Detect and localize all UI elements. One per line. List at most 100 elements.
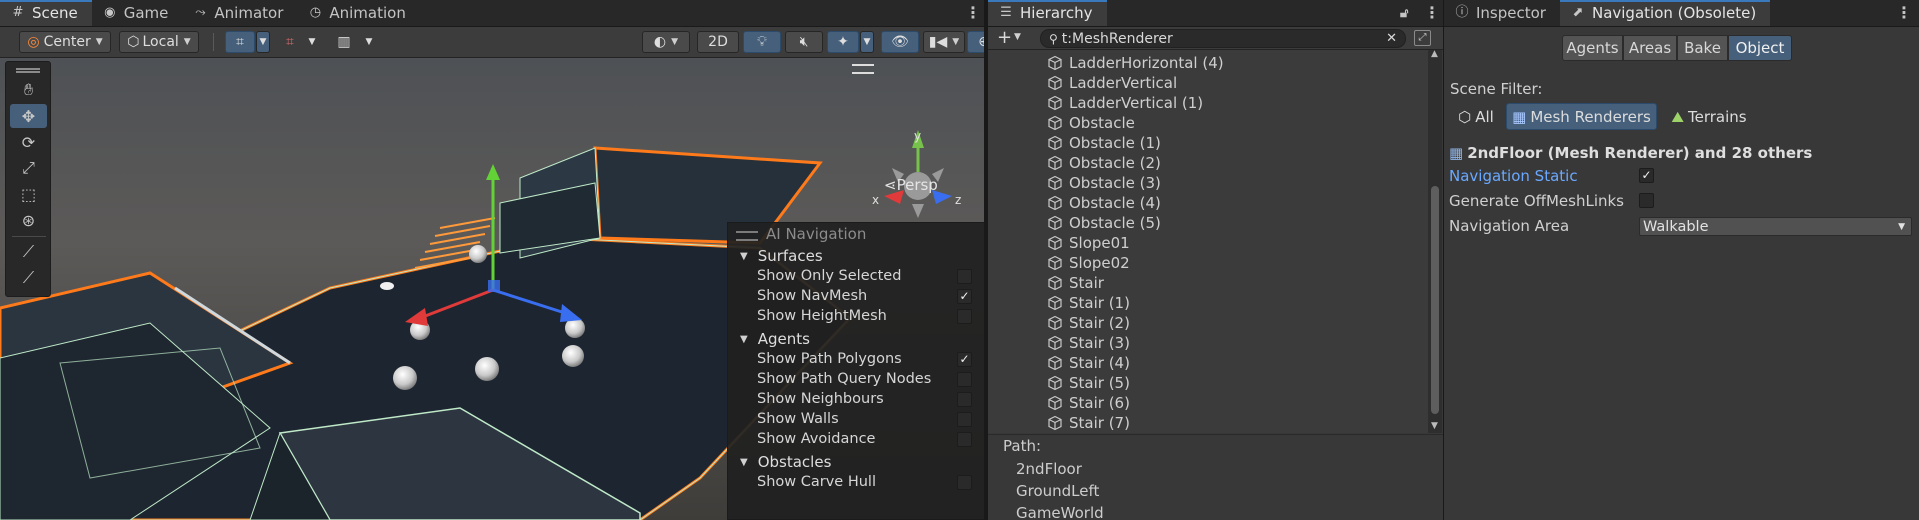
hierarchy-scroll-thumb[interactable] — [1431, 186, 1439, 414]
hierarchy-item-label: Stair (4) — [1069, 354, 1130, 372]
camera-settings-dropdown[interactable]: ▮◀ ▼ — [923, 31, 965, 53]
toggle-2d-button[interactable]: 2D — [697, 31, 739, 53]
cube-icon — [1047, 315, 1063, 331]
hierarchy-more-icon[interactable]: ⋮ — [1424, 3, 1440, 22]
hierarchy-item[interactable]: LadderVertical (1) — [1047, 93, 1203, 113]
audio-toggle[interactable]: 🔇︎ — [785, 31, 823, 53]
add-icon[interactable]: + — [997, 27, 1012, 48]
scene-more-icon[interactable]: ⋮ — [965, 3, 981, 22]
hierarchy-search-input[interactable]: ⚲ t:MeshRenderer ✕ — [1040, 29, 1406, 48]
inspector-more-icon[interactable]: ⋮ — [1896, 3, 1912, 22]
show-heightmesh-checkbox[interactable] — [957, 308, 972, 324]
tab-scene[interactable]: # Scene — [0, 0, 92, 26]
generate-offmesh-checkbox[interactable] — [1639, 193, 1654, 208]
filter-mesh-renderers-button[interactable]: ▦ Mesh Renderers — [1506, 103, 1657, 130]
hand-tool-button[interactable]: ✋︎ — [10, 78, 47, 102]
lighting-toggle[interactable]: 💡︎ — [743, 31, 781, 53]
rotate-icon: ⟳ — [21, 132, 36, 152]
hierarchy-item[interactable]: Stair (1) — [1047, 293, 1130, 313]
transform-tool-button[interactable]: ⊛ — [10, 208, 47, 232]
hierarchy-item[interactable]: Obstacle (5) — [1047, 213, 1161, 233]
mode-tab-agents[interactable]: Agents — [1562, 35, 1623, 61]
show-path-query-nodes-checkbox[interactable] — [957, 371, 972, 387]
pivot-rotation-dropdown[interactable]: ⬡ Local ▼ — [119, 31, 199, 53]
tab-navigation[interactable]: ⬈ Navigation (Obsolete) — [1559, 0, 1771, 26]
grid-visibility-menu[interactable]: ▼ — [362, 31, 376, 53]
chevron-down-icon[interactable]: ▼ — [1014, 32, 1021, 42]
increment-snap-button[interactable]: ⌗ — [276, 31, 304, 53]
show-walls-checkbox[interactable] — [957, 411, 972, 427]
show-only-selected-checkbox[interactable] — [957, 268, 972, 284]
scale-tool-button[interactable]: ⤢ — [10, 156, 47, 180]
show-avoidance-checkbox[interactable] — [957, 431, 972, 447]
hierarchy-item[interactable]: Obstacle (4) — [1047, 193, 1161, 213]
grid-visibility-button[interactable]: ▥ — [327, 31, 361, 53]
hierarchy-item[interactable]: Stair (2) — [1047, 313, 1130, 333]
ai-navigation-title[interactable]: AI Navigation — [728, 223, 984, 245]
hierarchy-item[interactable]: Stair (7) — [1047, 413, 1130, 433]
persp-label[interactable]: ⋖Persp — [884, 176, 938, 194]
custom-tool-button[interactable]: ⟋ — [10, 240, 47, 264]
cube-icon — [1047, 235, 1063, 251]
show-carve-hull-checkbox[interactable] — [957, 474, 972, 490]
hierarchy-item[interactable]: Stair (6) — [1047, 393, 1130, 413]
hierarchy-item[interactable]: Slope02 — [1047, 253, 1130, 273]
navigation-static-checkbox[interactable]: ✓ — [1639, 168, 1654, 183]
section-agents[interactable]: ▼ Agents — [740, 329, 810, 349]
navigation-area-dropdown[interactable]: Walkable ▼ — [1639, 217, 1912, 236]
hierarchy-item[interactable]: LadderHorizontal (4) — [1047, 53, 1224, 73]
tab-animation[interactable]: ◷ Animation — [297, 0, 419, 26]
transform-icon: ⊛ — [21, 210, 36, 230]
hierarchy-item[interactable]: Stair (3) — [1047, 333, 1130, 353]
section-obstacles[interactable]: ▼ Obstacles — [740, 452, 831, 472]
path-item[interactable]: 2ndFloor — [1016, 460, 1082, 478]
mode-tab-bake[interactable]: Bake — [1677, 35, 1728, 61]
gizmos-toggle[interactable]: ⊕ — [967, 31, 984, 53]
increment-snap-menu[interactable]: ▼ — [305, 31, 319, 53]
pivot-mode-dropdown[interactable]: ◎ Center ▼ — [19, 31, 111, 53]
section-surfaces[interactable]: ▼ Surfaces — [740, 246, 823, 266]
hierarchy-item[interactable]: Stair — [1047, 273, 1104, 293]
rect-tool-button[interactable]: ⬚ — [10, 182, 47, 206]
hierarchy-item[interactable]: Obstacle (2) — [1047, 153, 1161, 173]
grid-snap-button[interactable]: ⌗ — [225, 31, 255, 53]
show-navmesh-checkbox[interactable]: ✓ — [957, 288, 972, 304]
scene-visibility-toggle[interactable]: 👁︎ — [881, 31, 919, 53]
triangle-down-icon: ▼ — [740, 250, 748, 262]
tab-game[interactable]: ◉ Game — [92, 0, 183, 26]
hierarchy-item[interactable]: Obstacle (3) — [1047, 173, 1161, 193]
clear-search-icon[interactable]: ✕ — [1386, 31, 1397, 46]
filter-all-button[interactable]: ⬡ All — [1451, 103, 1501, 130]
hierarchy-item[interactable]: Stair (5) — [1047, 373, 1130, 393]
grid-snap-menu[interactable]: ▼ — [256, 31, 270, 53]
hierarchy-item[interactable]: Obstacle (1) — [1047, 133, 1161, 153]
tab-hierarchy[interactable]: ☰ Hierarchy — [988, 0, 1107, 26]
mode-tab-object[interactable]: Object — [1728, 35, 1792, 61]
show-path-polygons-checkbox[interactable]: ✓ — [957, 351, 972, 367]
rotate-tool-button[interactable]: ⟳ — [10, 130, 47, 154]
path-item[interactable]: GroundLeft — [1016, 482, 1099, 500]
hierarchy-item[interactable]: Slope01 — [1047, 233, 1130, 253]
draw-mode-dropdown[interactable]: ◐ ▼ — [642, 31, 690, 53]
overlay-menu-icon[interactable] — [852, 64, 874, 74]
hierarchy-item[interactable]: Stair (4) — [1047, 353, 1130, 373]
scroll-up-icon[interactable]: ▲ — [1431, 49, 1438, 59]
overlay-drag-handle[interactable] — [16, 68, 40, 73]
tab-inspector[interactable]: ⓘ Inspector — [1444, 0, 1560, 26]
hierarchy-item[interactable]: Obstacle — [1047, 113, 1135, 133]
scene-search-icon[interactable]: ⤢ — [1414, 30, 1431, 46]
hierarchy-item[interactable]: LadderVertical — [1047, 73, 1177, 93]
path-item[interactable]: GameWorld — [1016, 504, 1104, 520]
tab-animator[interactable]: ⤳ Animator — [182, 0, 297, 26]
filter-terrains-button[interactable]: ⛰︎ Terrains — [1666, 103, 1752, 130]
lock-icon[interactable]: 🔓︎ — [1400, 6, 1408, 21]
mode-tab-areas[interactable]: Areas — [1623, 35, 1677, 61]
move-tool-button[interactable]: ✥ — [10, 104, 47, 128]
scroll-down-icon[interactable]: ▼ — [1431, 421, 1438, 431]
show-neighbours-checkbox[interactable] — [957, 391, 972, 407]
effects-menu[interactable]: ▼ — [860, 31, 874, 53]
gizmos-icon: ⊕ — [978, 34, 984, 50]
custom-tool-button-2[interactable]: ⟋ — [10, 266, 47, 290]
effects-toggle[interactable]: ✦ — [827, 31, 859, 53]
clock-icon: ◷ — [309, 5, 322, 20]
